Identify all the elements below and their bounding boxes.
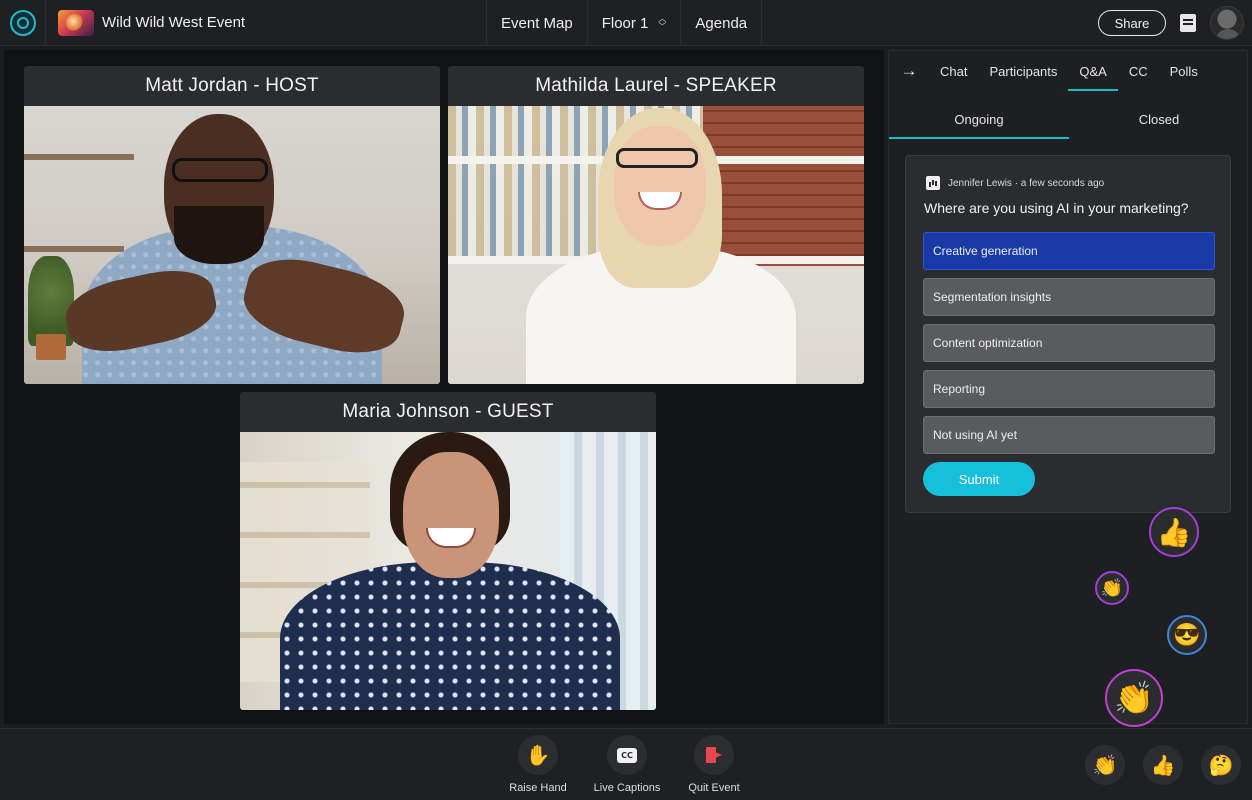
tab-chat[interactable]: Chat (929, 51, 978, 91)
side-panel: → Chat Participants Q&A CC Polls Ongoing… (888, 50, 1249, 727)
participant-video (448, 106, 864, 384)
nav-agenda[interactable]: Agenda (680, 0, 763, 46)
app-logo-button[interactable] (0, 0, 46, 46)
submit-button[interactable]: Submit (923, 462, 1035, 496)
clap-reaction-button[interactable]: 👏 (1085, 745, 1125, 785)
poll-question: Where are you using AI in your marketing… (924, 200, 1189, 216)
participant-video (240, 432, 656, 710)
participant-name: Maria Johnson - GUEST (240, 392, 656, 432)
live-captions-label: Live Captions (593, 782, 661, 794)
thumbs-up-reaction-button[interactable]: 👍 (1143, 745, 1183, 785)
top-nav: Event Map Floor 1 ︿ ﹀ Agenda (486, 0, 763, 46)
quit-event-label: Quit Event (688, 782, 740, 794)
chevron-up-down-icon: ︿ ﹀ (658, 14, 667, 31)
tab-cc[interactable]: CC (1118, 51, 1159, 91)
poll-option[interactable]: Creative generation (923, 232, 1215, 270)
participant-video (24, 106, 440, 384)
raise-hand-icon: ✋ (518, 735, 558, 775)
live-captions-button[interactable]: CC Live Captions (582, 735, 672, 794)
tab-participants[interactable]: Participants (978, 51, 1068, 91)
cool-face-reaction-icon: 😎 (1167, 615, 1207, 655)
quit-event-button[interactable]: Quit Event (669, 735, 759, 794)
user-avatar[interactable] (1210, 6, 1244, 40)
tab-polls[interactable]: Polls (1159, 51, 1209, 91)
nav-floor-selector[interactable]: Floor 1 ︿ ﹀ (586, 0, 681, 46)
participant-name: Matt Jordan - HOST (24, 66, 440, 106)
poll-author-time: Jennifer Lewis · a few seconds ago (948, 177, 1105, 189)
subtab-ongoing[interactable]: Ongoing (889, 99, 1069, 139)
poll-card: Jennifer Lewis · a few seconds ago Where… (905, 155, 1231, 513)
tab-qa[interactable]: Q&A (1068, 51, 1119, 91)
thinking-reaction-button[interactable]: 🤔 (1201, 745, 1241, 785)
clap-reaction-icon: 👏 (1095, 571, 1129, 605)
panel-tabs: → Chat Participants Q&A CC Polls (889, 51, 1249, 91)
notes-icon[interactable] (1180, 14, 1196, 32)
raise-hand-label: Raise Hand (509, 782, 567, 794)
event-thumbnail (58, 10, 94, 36)
event-title: Wild Wild West Event (102, 14, 246, 31)
sub-tabs: Ongoing Closed (889, 99, 1249, 139)
exit-door-icon (694, 735, 734, 775)
poll-option[interactable]: Content optimization (923, 324, 1215, 362)
poll-meta: Jennifer Lewis · a few seconds ago (926, 176, 1104, 190)
share-button[interactable]: Share (1098, 10, 1166, 36)
floor-label: Floor 1 (601, 14, 649, 32)
clap-reaction-icon: 👏 (1105, 669, 1163, 727)
poll-options: Creative generation Segmentation insight… (923, 232, 1215, 462)
top-bar: Wild Wild West Event Event Map Floor 1 ︿… (0, 0, 1252, 46)
subtab-closed[interactable]: Closed (1069, 99, 1249, 139)
captions-icon: CC (607, 735, 647, 775)
participant-name: Mathilda Laurel - SPEAKER (448, 66, 864, 106)
video-stage: Matt Jordan - HOST Mathilda Laurel - SPE… (4, 50, 884, 724)
bottom-bar: ✋ Raise Hand CC Live Captions Quit Event… (0, 728, 1252, 800)
video-tile-guest[interactable]: Maria Johnson - GUEST (240, 392, 656, 710)
video-tile-host[interactable]: Matt Jordan - HOST (24, 66, 440, 384)
bar-chart-icon (926, 176, 940, 190)
app-logo-icon (9, 10, 36, 36)
raise-hand-button[interactable]: ✋ Raise Hand (493, 735, 583, 794)
thumbs-up-reaction-icon: 👍 (1149, 507, 1199, 557)
arrow-right-icon[interactable]: → (889, 61, 929, 81)
poll-option[interactable]: Not using AI yet (923, 416, 1215, 454)
video-tile-speaker[interactable]: Mathilda Laurel - SPEAKER (448, 66, 864, 384)
poll-option[interactable]: Reporting (923, 370, 1215, 408)
poll-option[interactable]: Segmentation insights (923, 278, 1215, 316)
nav-event-map[interactable]: Event Map (486, 0, 587, 46)
